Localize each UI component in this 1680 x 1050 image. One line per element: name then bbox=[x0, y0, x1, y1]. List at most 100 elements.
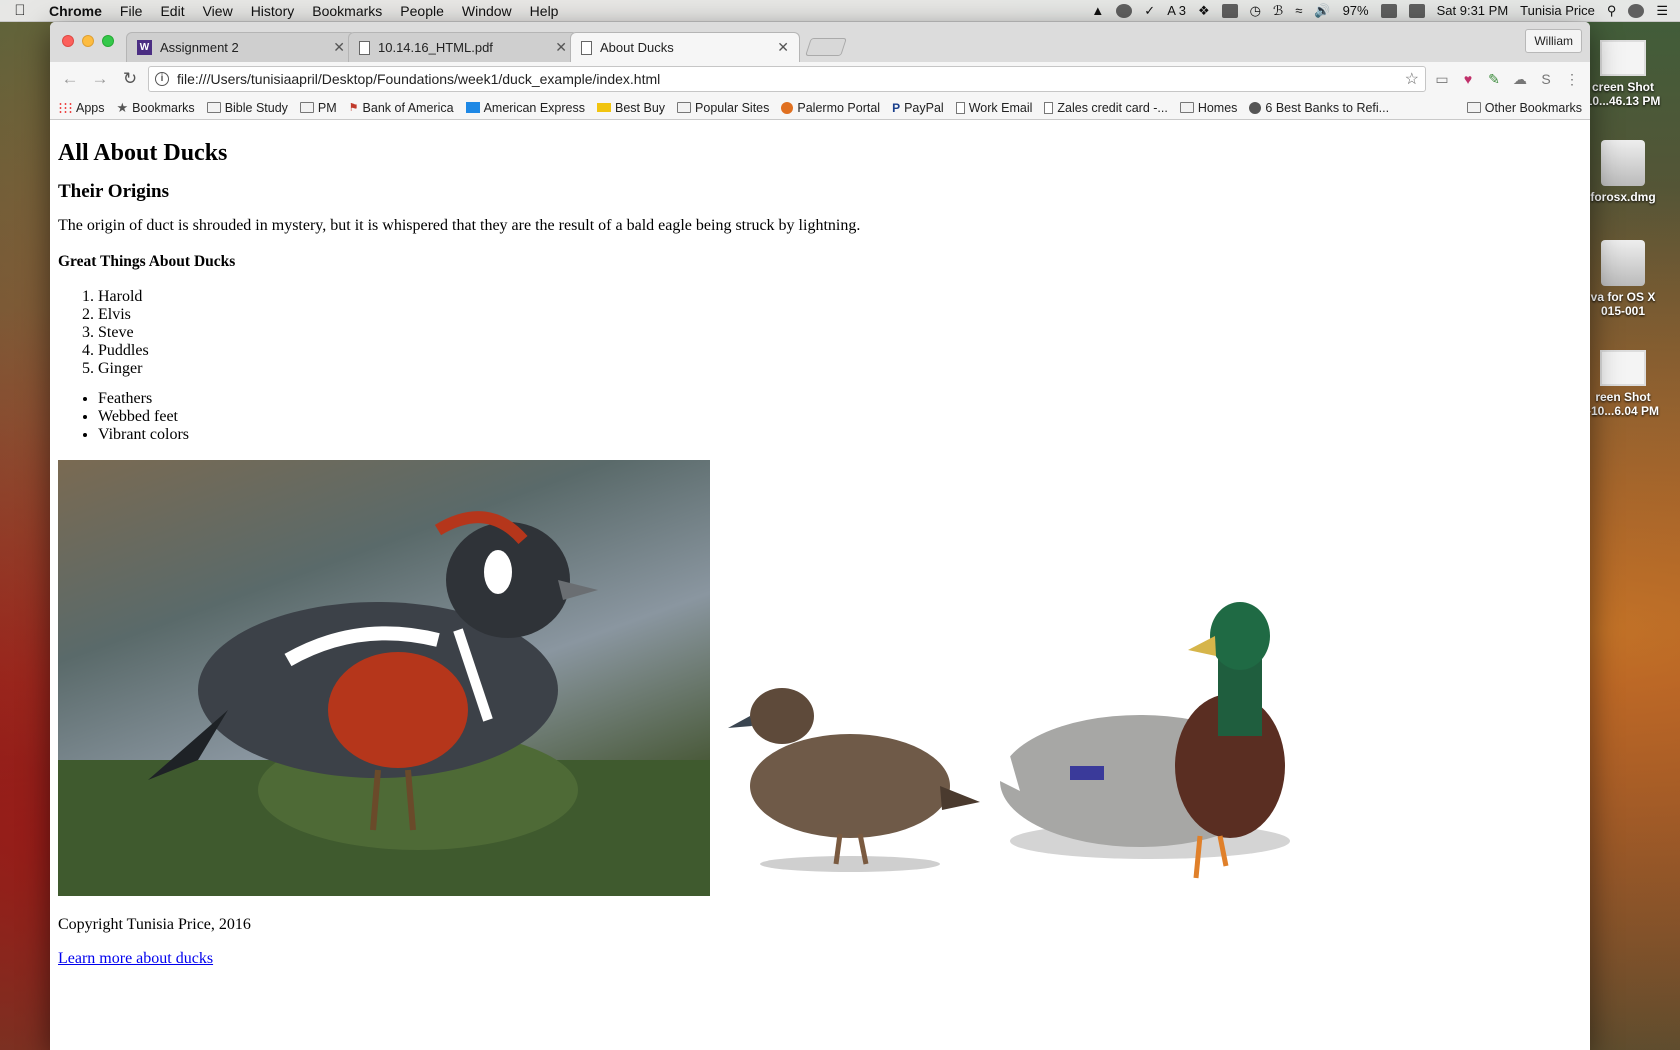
apple-icon[interactable]:  bbox=[0, 2, 40, 19]
clock[interactable]: Sat 9:31 PM bbox=[1437, 3, 1509, 18]
address-bar[interactable]: i file:///Users/tunisiaapril/Desktop/Fou… bbox=[148, 66, 1426, 92]
profile-button[interactable]: William bbox=[1525, 29, 1582, 53]
amex-icon bbox=[465, 102, 480, 113]
siri-icon[interactable] bbox=[1628, 3, 1645, 18]
user-name[interactable]: Tunisia Price bbox=[1520, 3, 1595, 18]
desktop-file-dmg[interactable]: forosx.dmg bbox=[1578, 140, 1668, 204]
menu-edit[interactable]: Edit bbox=[151, 3, 193, 19]
bookmark-zales[interactable]: Zales credit card -... bbox=[1044, 100, 1168, 115]
desktop-file-screenshot-2[interactable]: reen Shot -10...6.04 PM bbox=[1578, 350, 1668, 418]
wifi-icon[interactable]: ≈ bbox=[1295, 3, 1302, 18]
bookmark-label: American Express bbox=[483, 100, 585, 115]
menu-app-name[interactable]: Chrome bbox=[40, 3, 111, 19]
bestbuy-icon bbox=[597, 103, 611, 112]
google-drive-icon[interactable]: ▲ bbox=[1091, 3, 1104, 18]
extension-skype-icon[interactable]: S bbox=[1536, 69, 1556, 89]
list-item: Steve bbox=[98, 324, 1590, 342]
disk-drive-icon bbox=[1601, 240, 1645, 286]
menu-window[interactable]: Window bbox=[453, 3, 521, 19]
bookmark-pm[interactable]: PM bbox=[299, 101, 337, 115]
close-window-button[interactable] bbox=[62, 35, 74, 47]
origins-heading: Their Origins bbox=[58, 181, 170, 202]
tab-close-icon[interactable]: ✕ bbox=[777, 39, 789, 56]
list-item: Puddles bbox=[98, 342, 1590, 360]
dropbox-icon[interactable]: ❖ bbox=[1198, 3, 1210, 19]
bookmarks-bar: Apps ★ Bookmarks Bible Study PM ⚑ Bank of … bbox=[50, 96, 1590, 120]
bookmark-label: 6 Best Banks to Refi... bbox=[1265, 100, 1390, 115]
new-tab-button[interactable] bbox=[805, 38, 847, 56]
tab-html-pdf[interactable]: 10.14.16_HTML.pdf ✕ bbox=[348, 32, 578, 62]
screenshot-thumbnail-icon bbox=[1600, 40, 1646, 76]
menu-view[interactable]: View bbox=[194, 3, 242, 19]
bluetooth-icon[interactable]: ℬ bbox=[1273, 3, 1283, 19]
tab-close-icon[interactable]: ✕ bbox=[333, 39, 345, 56]
bookmark-label: Other Bookmarks bbox=[1484, 100, 1582, 115]
maximize-window-button[interactable] bbox=[102, 35, 114, 47]
battery-icon[interactable] bbox=[1380, 3, 1397, 18]
bookmark-star-icon[interactable]: ☆ bbox=[1405, 69, 1419, 89]
bookmark-bank-of-america[interactable]: ⚑ Bank of America bbox=[349, 101, 454, 115]
bookmark-popular-sites[interactable]: Popular Sites bbox=[677, 101, 769, 115]
forward-arrow-icon[interactable]: → bbox=[88, 67, 112, 91]
menu-status-area: ▲ ✓ A 3 ❖ ◷ ℬ ≈ 🔊 97% Sat 9:31 PM Tunisi… bbox=[1091, 3, 1680, 19]
star-icon: ★ bbox=[116, 99, 129, 115]
copyright-text: Copyright Tunisia Price, 2016 bbox=[58, 916, 251, 933]
bookmark-american-express[interactable]: American Express bbox=[465, 100, 585, 115]
bookmark-label: Bookmarks bbox=[132, 100, 195, 115]
chrome-window: W Assignment 2 ✕ 10.14.16_HTML.pdf ✕ Abo… bbox=[50, 22, 1590, 1050]
tab-title: About Ducks bbox=[600, 40, 674, 55]
sync-icon[interactable] bbox=[1221, 3, 1238, 18]
minimize-window-button[interactable] bbox=[82, 35, 94, 47]
menu-file[interactable]: File bbox=[111, 3, 152, 19]
notification-center-icon[interactable]: ☰ bbox=[1656, 3, 1668, 19]
extension-cloud-icon[interactable]: ☁ bbox=[1510, 69, 1530, 89]
checkmark-icon[interactable]: ✓ bbox=[1144, 3, 1155, 19]
learn-more-link[interactable]: Learn more about ducks bbox=[58, 950, 213, 967]
creative-cloud-icon[interactable] bbox=[1116, 3, 1133, 18]
extension-pen-icon[interactable]: ✎ bbox=[1484, 69, 1504, 89]
tab-about-ducks[interactable]: About Ducks ✕ bbox=[570, 32, 800, 62]
list-item: Ginger bbox=[98, 360, 1590, 378]
chrome-menu-icon[interactable]: ⋮ bbox=[1562, 69, 1582, 89]
spotlight-icon[interactable]: ⚲ bbox=[1607, 3, 1617, 19]
desktop-file-label: forosx.dmg bbox=[1590, 190, 1656, 204]
list-item: Elvis bbox=[98, 306, 1590, 324]
bookmark-palermo-portal[interactable]: Palermo Portal bbox=[781, 101, 880, 115]
bookmark-label: Zales credit card -... bbox=[1057, 100, 1168, 115]
bookmark-label: Work Email bbox=[968, 100, 1033, 115]
volume-icon[interactable]: 🔊 bbox=[1314, 3, 1330, 19]
adobe-icon[interactable]: A 3 bbox=[1167, 3, 1186, 18]
menu-history[interactable]: History bbox=[242, 3, 304, 19]
tab-assignment-2[interactable]: W Assignment 2 ✕ bbox=[126, 32, 356, 62]
bookmark-homes[interactable]: Homes bbox=[1179, 101, 1237, 115]
bookmark-best-banks[interactable]: 6 Best Banks to Refi... bbox=[1249, 101, 1389, 115]
info-icon[interactable]: i bbox=[155, 72, 169, 86]
battery-percent[interactable]: 97% bbox=[1343, 3, 1369, 18]
flag-icon[interactable] bbox=[1408, 3, 1425, 18]
bookmark-other-bookmarks[interactable]: Other Bookmarks bbox=[1466, 100, 1582, 115]
page-content: All About Ducks Their Origins The origin… bbox=[50, 120, 1590, 1050]
back-arrow-icon[interactable]: ← bbox=[58, 67, 82, 91]
bookmark-bible-study[interactable]: Bible Study bbox=[206, 101, 288, 115]
folder-icon bbox=[1466, 102, 1481, 113]
bookmark-apps[interactable]: Apps bbox=[58, 101, 105, 115]
reload-icon[interactable]: ↻ bbox=[118, 67, 142, 91]
extension-heart-icon[interactable]: ♥ bbox=[1458, 69, 1478, 89]
cast-icon[interactable]: ▭ bbox=[1432, 69, 1452, 89]
url-text[interactable]: file:///Users/tunisiaapril/Desktop/Found… bbox=[177, 71, 1405, 87]
bookmark-bookmarks[interactable]: ★ Bookmarks bbox=[117, 100, 195, 116]
origins-paragraph: The origin of duct is shrouded in myster… bbox=[58, 217, 861, 234]
bookmark-label: PayPal bbox=[904, 100, 944, 115]
bookmark-paypal[interactable]: P PayPal bbox=[892, 101, 944, 115]
tab-close-icon[interactable]: ✕ bbox=[555, 39, 567, 56]
time-machine-icon[interactable]: ◷ bbox=[1250, 3, 1261, 19]
menu-help[interactable]: Help bbox=[521, 3, 568, 19]
desktop-file-screenshot-1[interactable]: creen Shot 10...46.13 PM bbox=[1578, 40, 1668, 108]
menu-people[interactable]: People bbox=[391, 3, 453, 19]
dmg-file-icon bbox=[1601, 140, 1645, 186]
desktop-disk-java[interactable]: va for OS X 015-001 bbox=[1578, 240, 1668, 318]
menu-bookmarks[interactable]: Bookmarks bbox=[303, 3, 391, 19]
globe-icon bbox=[781, 101, 794, 114]
bookmark-work-email[interactable]: Work Email bbox=[955, 100, 1033, 115]
bookmark-best-buy[interactable]: Best Buy bbox=[597, 101, 665, 115]
